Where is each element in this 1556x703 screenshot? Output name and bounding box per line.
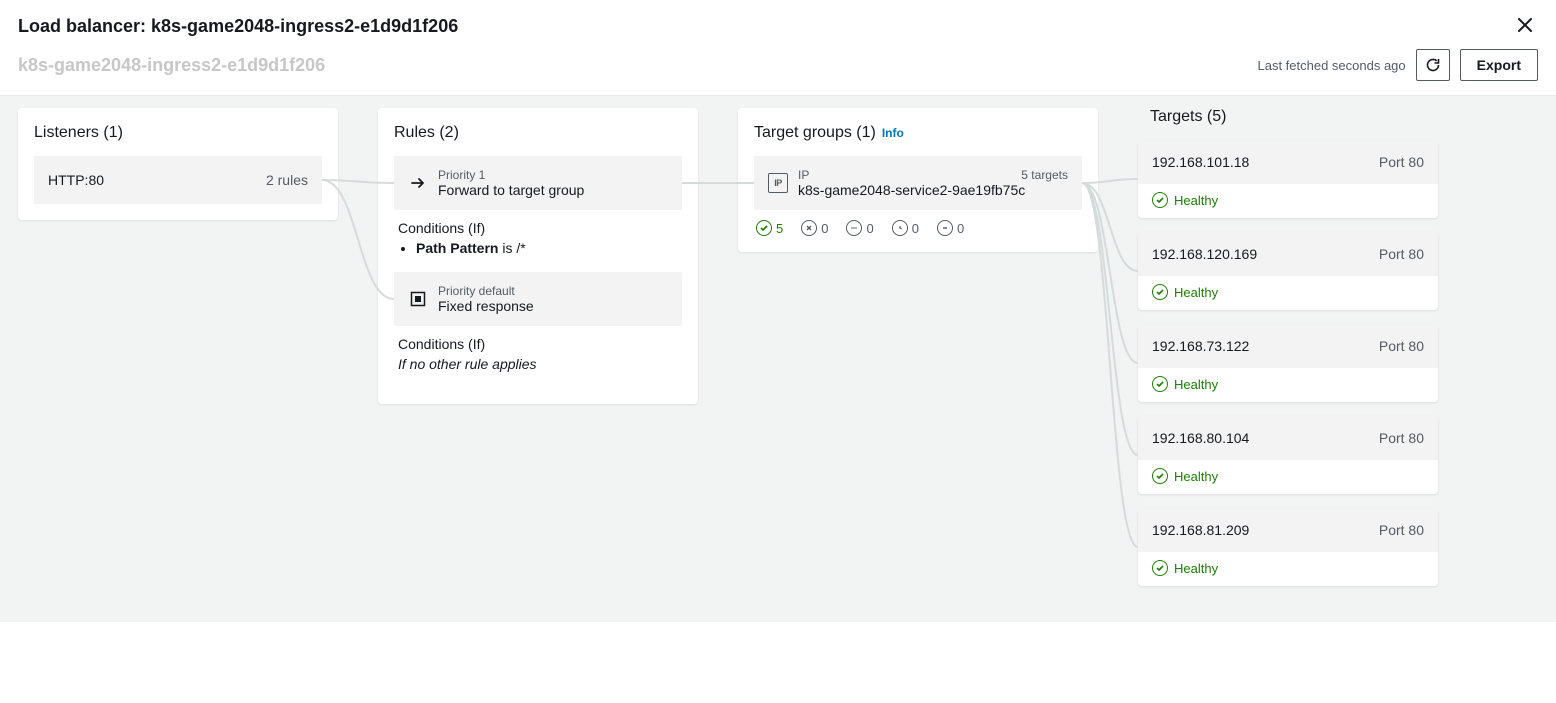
rule-action: Fixed response [438,298,668,314]
modal-header: Load balancer: k8s-game2048-ingress2-e1d… [0,0,1556,49]
health-initial: 0 [846,220,873,236]
target-status-label: Healthy [1174,561,1218,576]
check-circle-icon [1152,468,1168,484]
target-port: Port 80 [1379,154,1424,170]
health-unused: 0 [937,220,964,236]
info-link[interactable]: Info [882,126,904,140]
target-port: Port 80 [1379,338,1424,354]
target-ip: 192.168.80.104 [1152,430,1249,446]
target-status-label: Healthy [1174,193,1218,208]
forward-icon [408,173,428,193]
subheader: k8s-game2048-ingress2-e1d9d1f206 Last fe… [0,49,1556,95]
targets-column: Targets (5) 192.168.101.18 Port 80 Healthy… [1138,108,1438,600]
target-ip: 192.168.120.169 [1152,246,1257,262]
target-card[interactable]: 192.168.120.169 Port 80 Healthy [1138,232,1438,310]
check-circle-icon [756,220,772,236]
target-card[interactable]: 192.168.80.104 Port 80 Healthy [1138,416,1438,494]
health-healthy: 5 [756,220,783,236]
rules-title: Rules (2) [394,124,682,142]
health-draining: 0 [892,220,919,236]
resource-map-canvas: Listeners (1) HTTP:80 2 rules Rules (2) … [0,95,1556,622]
refresh-button[interactable] [1416,49,1450,81]
target-groups-title: Target groups (1) Info [754,124,1082,142]
target-groups-title-text: Target groups (1) [754,124,876,142]
target-status: Healthy [1138,460,1438,484]
close-icon [1516,16,1534,34]
modal-title: Load balancer: k8s-game2048-ingress2-e1d… [18,16,458,37]
breadcrumb-ghost: k8s-game2048-ingress2-e1d9d1f206 [18,55,325,76]
rules-panel: Rules (2) Priority 1 Forward to target g… [378,108,698,404]
refresh-icon [1425,57,1441,73]
target-status: Healthy [1138,276,1438,300]
rule-row[interactable]: Priority 1 Forward to target group [394,156,682,210]
listener-detail: 2 rules [266,172,308,188]
rule-priority: Priority 1 [438,168,668,182]
target-group-row[interactable]: IP IP 5 targets k8s-game2048-service2-9a… [754,156,1082,210]
modal-title-prefix: Load balancer: [18,16,151,36]
rule-action: Forward to target group [438,182,668,198]
target-status: Healthy [1138,368,1438,392]
condition-rest: is /* [498,240,525,256]
listeners-title: Listeners (1) [34,124,322,142]
listener-label: HTTP:80 [48,172,104,188]
rule-conditions: Conditions (If) Path Pattern is /* [398,220,678,256]
check-circle-icon [1152,376,1168,392]
listeners-panel: Listeners (1) HTTP:80 2 rules [18,108,338,220]
target-group-count: 5 targets [1021,168,1068,182]
export-label: Export [1477,57,1521,73]
target-port: Port 80 [1379,430,1424,446]
clock-circle-icon [892,220,908,236]
target-status-label: Healthy [1174,377,1218,392]
health-summary: 5 0 0 0 [754,220,1082,236]
condition-text: If no other rule applies [398,356,537,372]
target-card[interactable]: 192.168.73.122 Port 80 Healthy [1138,324,1438,402]
export-button[interactable]: Export [1460,49,1538,81]
header-actions: Last fetched seconds ago Export [1257,49,1538,81]
target-card[interactable]: 192.168.81.209 Port 80 Healthy [1138,508,1438,586]
target-ip: 192.168.101.18 [1152,154,1249,170]
target-ip: 192.168.73.122 [1152,338,1249,354]
check-circle-icon [1152,192,1168,208]
targets-title: Targets (5) [1150,108,1438,126]
target-group-name: k8s-game2048-service2-9ae19fb75c [798,182,1068,198]
rule-priority: Priority default [438,284,668,298]
listener-row[interactable]: HTTP:80 2 rules [34,156,322,204]
target-group-type: IP [798,168,809,182]
target-status: Healthy [1138,184,1438,208]
dots-circle-icon [846,220,862,236]
target-port: Port 80 [1379,522,1424,538]
target-card[interactable]: 192.168.101.18 Port 80 Healthy [1138,140,1438,218]
target-status-label: Healthy [1174,469,1218,484]
conditions-title: Conditions (If) [398,336,678,352]
ip-icon: IP [768,173,788,193]
condition-label: Path Pattern [416,240,498,256]
minus-circle-icon [937,220,953,236]
check-circle-icon [1152,560,1168,576]
check-circle-icon [1152,284,1168,300]
conditions-title: Conditions (If) [398,220,678,236]
close-button[interactable] [1512,12,1538,41]
target-port: Port 80 [1379,246,1424,262]
last-fetched-label: Last fetched seconds ago [1257,58,1405,73]
rule-row[interactable]: Priority default Fixed response [394,272,682,326]
modal-title-name: k8s-game2048-ingress2-e1d9d1f206 [151,16,458,36]
fixed-response-icon [408,289,428,309]
health-unhealthy: 0 [801,220,828,236]
rule-conditions: Conditions (If) If no other rule applies [398,336,678,372]
target-status-label: Healthy [1174,285,1218,300]
x-circle-icon [801,220,817,236]
target-ip: 192.168.81.209 [1152,522,1249,538]
target-groups-panel: Target groups (1) Info IP IP 5 targets k… [738,108,1098,252]
condition-item: Path Pattern is /* [416,240,678,256]
target-status: Healthy [1138,552,1438,576]
